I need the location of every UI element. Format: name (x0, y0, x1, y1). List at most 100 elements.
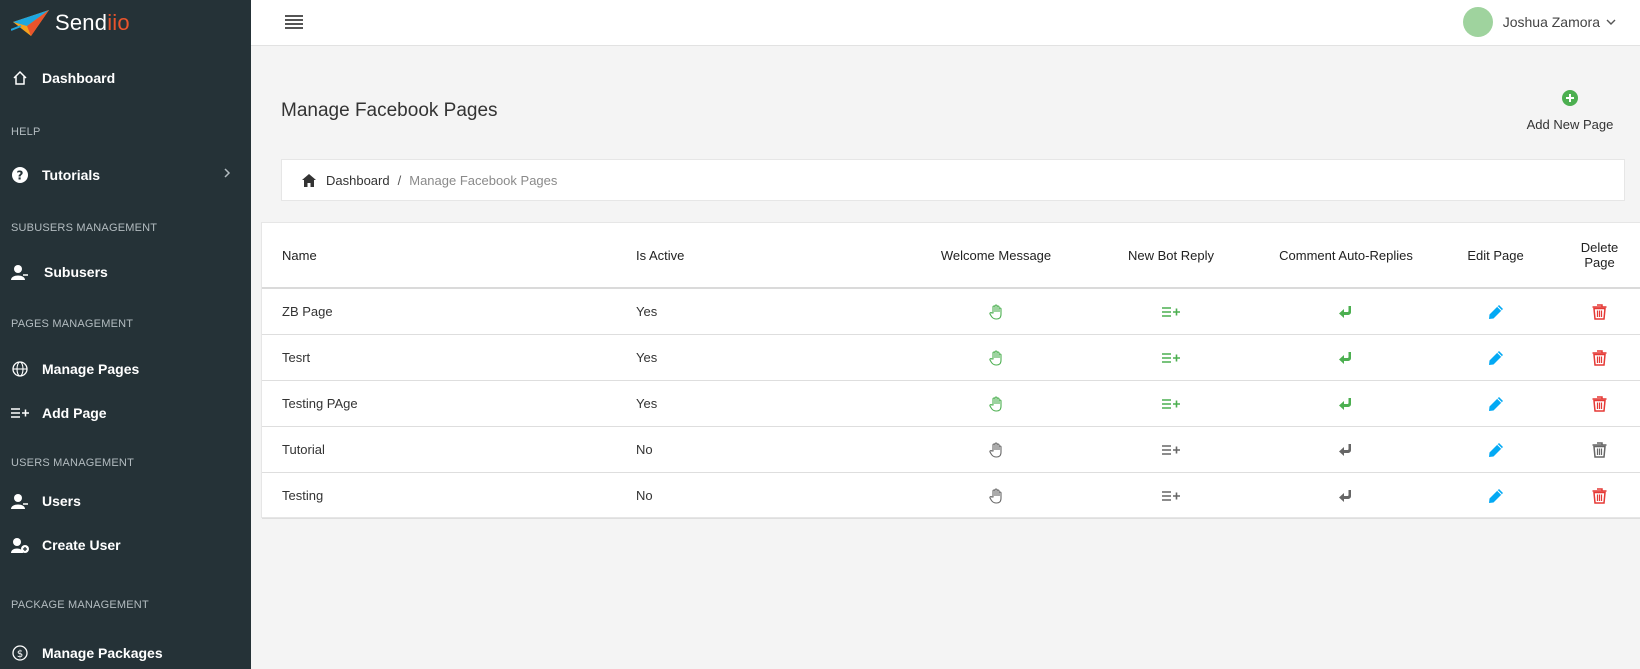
table-row: Testing PAge Yes (262, 380, 1640, 427)
list-add-icon[interactable] (1160, 439, 1182, 461)
pencil-icon[interactable] (1485, 393, 1507, 415)
trash-icon[interactable] (1589, 393, 1611, 415)
plus-circle-icon (1562, 90, 1578, 110)
list-add-icon[interactable] (1160, 393, 1182, 415)
globe-icon (10, 359, 30, 379)
breadcrumb: Dashboard / Manage Facebook Pages (281, 159, 1625, 201)
brand-name: Sendiio (55, 10, 130, 35)
pages-table-card: Name Is Active Welcome Message New Bot R… (261, 222, 1640, 519)
sidebar-item-add-page[interactable]: Add Page (0, 391, 251, 435)
user-plus-icon (10, 535, 30, 555)
pencil-icon[interactable] (1485, 485, 1507, 507)
page-title: Manage Facebook Pages (281, 100, 498, 121)
page-name-cell: ZB Page (262, 288, 636, 335)
column-header-comment-auto-replies: Comment Auto-Replies (1259, 223, 1433, 289)
section-heading-pages: PAGES MANAGEMENT (11, 318, 134, 330)
section-heading-users: USERS MANAGEMENT (11, 457, 134, 469)
sidebar-item-subusers[interactable]: Subusers (0, 250, 251, 294)
is-active-cell: Yes (636, 334, 909, 381)
add-new-page-label: Add New Page (1526, 117, 1614, 132)
pencil-icon[interactable] (1485, 301, 1507, 323)
is-active-cell: Yes (636, 288, 909, 335)
page-name-cell: Tesrt (262, 334, 636, 381)
section-heading-subusers: SUBUSERS MANAGEMENT (11, 222, 158, 234)
column-header-welcome-message: Welcome Message (909, 223, 1083, 289)
trash-icon[interactable] (1589, 485, 1611, 507)
list-add-icon[interactable] (1160, 485, 1182, 507)
user-icon (10, 491, 30, 511)
column-header-name: Name (262, 223, 636, 289)
home-icon[interactable] (302, 173, 316, 187)
table-row: Testing No (262, 472, 1640, 519)
hand-icon[interactable] (985, 301, 1007, 323)
page-name-cell: Testing PAge (262, 380, 636, 427)
sidebar-item-dashboard[interactable]: Dashboard (0, 56, 251, 100)
breadcrumb-separator: / (397, 172, 402, 188)
table-row: ZB Page Yes (262, 288, 1640, 335)
brand-logo[interactable]: Sendiio (0, 0, 251, 46)
list-add-icon (10, 403, 30, 423)
sidebar-item-label: Manage Pages (42, 361, 140, 377)
sidebar-item-tutorials[interactable]: ? Tutorials (0, 153, 251, 197)
is-active-cell: No (636, 472, 909, 519)
sidebar-item-manage-pages[interactable]: Manage Pages (0, 347, 251, 391)
sidebar-item-label: Subusers (44, 264, 108, 280)
page-name-cell: Testing (262, 472, 636, 519)
column-header-edit-page: Edit Page (1433, 223, 1558, 289)
section-heading-help: HELP (11, 126, 41, 138)
hand-icon[interactable] (985, 347, 1007, 369)
chevron-right-icon (223, 166, 231, 184)
table-row: Tutorial No (262, 426, 1640, 473)
sidebar-item-label: Add Page (42, 405, 107, 421)
question-circle-icon: ? (10, 165, 30, 185)
trash-icon[interactable] (1589, 347, 1611, 369)
svg-text:$: $ (17, 649, 23, 660)
section-heading-packages: PACKAGE MANAGEMENT (11, 599, 149, 611)
trash-icon[interactable] (1589, 439, 1611, 461)
reply-icon[interactable] (1335, 347, 1357, 369)
is-active-cell: Yes (636, 380, 909, 427)
svg-text:?: ? (17, 169, 24, 183)
avatar[interactable] (1462, 7, 1493, 37)
column-header-new-bot-reply: New Bot Reply (1083, 223, 1259, 289)
top-bar: Joshua Zamora (251, 0, 1640, 46)
hand-icon[interactable] (985, 485, 1007, 507)
sidebar-item-label: Dashboard (42, 70, 116, 86)
sidebar-item-label: Create User (42, 537, 121, 553)
reply-icon[interactable] (1335, 393, 1357, 415)
breadcrumb-current: Manage Facebook Pages (409, 172, 558, 188)
sidebar-item-label: Users (42, 493, 81, 509)
pages-table: Name Is Active Welcome Message New Bot R… (262, 223, 1640, 519)
reply-icon[interactable] (1335, 301, 1357, 323)
user-name: Joshua Zamora (1502, 14, 1600, 30)
table-body: ZB Page Yes Tesrt Yes Testing PAge Yes Tutoria… (262, 288, 1640, 519)
sidebar-item-manage-packages[interactable]: $ Manage Packages (0, 631, 251, 669)
user-menu[interactable]: Joshua Zamora (1462, 7, 1616, 37)
user-icon (10, 262, 30, 282)
reply-icon[interactable] (1335, 439, 1357, 461)
sidebar-item-create-user[interactable]: Create User (0, 523, 251, 567)
trash-icon[interactable] (1589, 301, 1611, 323)
column-header-delete-page: Delete Page (1558, 223, 1640, 289)
dollar-circle-icon: $ (10, 643, 30, 663)
pencil-icon[interactable] (1485, 439, 1507, 461)
home-icon (10, 68, 30, 88)
hand-icon[interactable] (985, 439, 1007, 461)
paper-plane-icon (11, 10, 49, 36)
reply-icon[interactable] (1335, 485, 1357, 507)
page-name-cell: Tutorial (262, 426, 636, 473)
is-active-cell: No (636, 426, 909, 473)
hamburger-menu-icon[interactable] (285, 15, 303, 29)
list-add-icon[interactable] (1160, 347, 1182, 369)
add-new-page-button[interactable]: Add New Page (1520, 90, 1620, 132)
list-add-icon[interactable] (1160, 301, 1182, 323)
sidebar-item-users[interactable]: Users (0, 479, 251, 523)
hand-icon[interactable] (985, 393, 1007, 415)
pencil-icon[interactable] (1485, 347, 1507, 369)
breadcrumb-dashboard-link[interactable]: Dashboard (326, 173, 390, 188)
column-header-is-active: Is Active (636, 223, 909, 289)
sidebar-item-label: Tutorials (42, 167, 101, 183)
table-header-row: Name Is Active Welcome Message New Bot R… (262, 223, 1640, 289)
chevron-down-icon (1606, 13, 1616, 31)
sidebar-item-label: Manage Packages (42, 645, 163, 661)
